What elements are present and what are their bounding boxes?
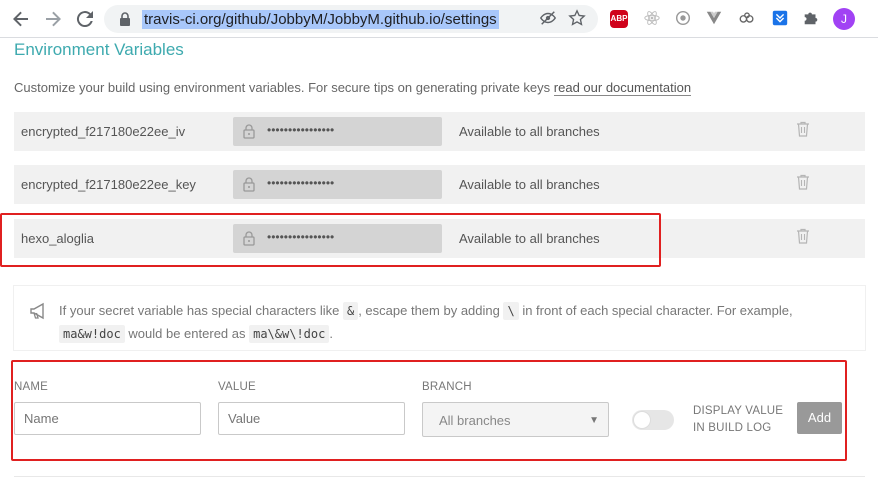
divider <box>14 476 865 477</box>
trash-icon[interactable] <box>796 174 810 190</box>
env-var-value: •••••••••••••••• <box>233 117 442 146</box>
profile-avatar[interactable]: J <box>833 8 855 30</box>
highlight-box <box>11 360 847 461</box>
highlight-box <box>0 213 661 267</box>
env-var-name: encrypted_f217180e22ee_key <box>21 177 196 192</box>
env-var-branch: Available to all branches <box>459 177 600 192</box>
forward-arrow-icon[interactable] <box>41 7 65 31</box>
env-var-name: encrypted_f217180e22ee_iv <box>21 124 186 139</box>
documentation-link[interactable]: read our documentation <box>553 80 692 96</box>
lock-icon <box>243 177 255 192</box>
url-text[interactable]: travis-ci.org/github/JobbyM/JobbyM.githu… <box>142 10 499 29</box>
trash-icon[interactable] <box>796 121 810 137</box>
env-var-branch: Available to all branches <box>459 124 600 139</box>
settings-page: Environment Variables Customize your bui… <box>0 38 878 494</box>
vue-devtools-icon[interactable] <box>704 9 724 29</box>
megaphone-icon <box>30 302 44 320</box>
download-extension-icon[interactable] <box>770 9 790 29</box>
react-devtools-icon[interactable] <box>642 9 662 29</box>
notice-box: If your secret variable has special char… <box>14 286 865 350</box>
code-example-escaped: ma\&w\!doc <box>249 325 330 343</box>
env-var-value: •••••••••••••••• <box>233 170 442 199</box>
address-bar[interactable]: travis-ci.org/github/JobbyM/JobbyM.githu… <box>104 5 598 33</box>
adblock-icon[interactable]: ABP <box>610 10 628 28</box>
notice-text: If your secret variable has special char… <box>59 302 793 343</box>
env-var-row: encrypted_f217180e22ee_iv ••••••••••••••… <box>14 112 865 151</box>
trash-icon[interactable] <box>796 228 810 244</box>
reload-icon[interactable] <box>73 7 97 31</box>
target-extension-icon[interactable] <box>673 9 693 29</box>
browser-toolbar: travis-ci.org/github/JobbyM/JobbyM.githu… <box>0 0 878 38</box>
puzzle-extensions-icon[interactable] <box>801 9 821 29</box>
eye-slash-icon[interactable] <box>538 9 558 29</box>
env-var-row: encrypted_f217180e22ee_key •••••••••••••… <box>14 165 865 204</box>
intro-text: Customize your build using environment v… <box>14 80 692 96</box>
section-title: Environment Variables <box>14 40 184 59</box>
lock-icon <box>243 124 255 139</box>
code-backslash: \ <box>503 302 519 320</box>
cloud-extension-icon[interactable] <box>737 9 757 29</box>
back-arrow-icon[interactable] <box>9 7 33 31</box>
lock-icon[interactable] <box>118 11 132 27</box>
code-example-raw: ma&w!doc <box>59 325 125 343</box>
code-ampersand: & <box>342 302 359 320</box>
star-icon[interactable] <box>567 9 587 29</box>
